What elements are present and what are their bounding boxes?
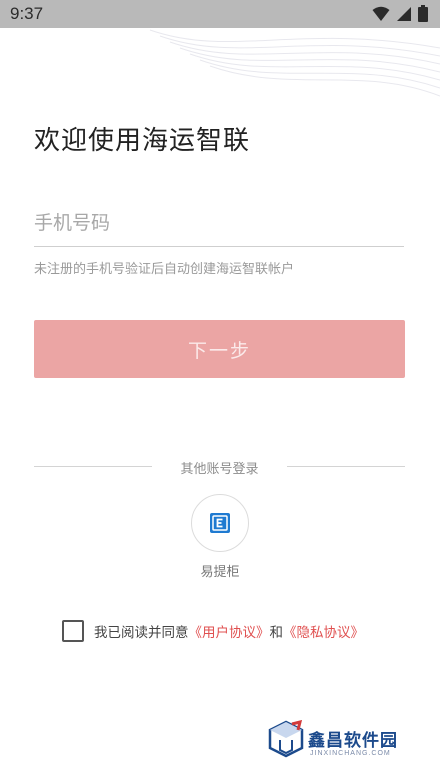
header-wave-decoration: [149, 29, 440, 97]
status-bar: 9:37: [0, 0, 440, 28]
e-locker-login-option[interactable]: 易提柜: [190, 494, 250, 580]
page-title: 欢迎使用海运智联: [34, 126, 251, 156]
phone-number-input[interactable]: [34, 200, 404, 247]
e-locker-icon: [210, 513, 230, 533]
user-agreement-link[interactable]: 《用户协议》: [189, 621, 270, 641]
watermark-domain: JINXINCHANG.COM: [310, 750, 391, 757]
privacy-policy-link[interactable]: 《隐私协议》: [283, 621, 364, 641]
other-login-divider: 其他账号登录: [34, 456, 405, 478]
battery-icon: [418, 5, 428, 22]
other-login-label: 其他账号登录: [180, 462, 259, 477]
status-time: 9:37: [10, 4, 44, 23]
agreement-checkbox[interactable]: [62, 620, 84, 642]
divider-line-right: [287, 466, 405, 467]
registration-hint: 未注册的手机号验证后自动创建海运智联帐户: [34, 262, 295, 277]
agreement-prefix: 我已阅读并同意: [94, 625, 189, 641]
cellular-signal-icon: [397, 6, 411, 21]
agreement-row: 我已阅读并同意 《用户协议》 和 《隐私协议》: [62, 620, 364, 642]
site-watermark: 鑫昌软件园 JINXINCHANG.COM: [266, 720, 426, 766]
next-step-button[interactable]: 下一步: [34, 320, 405, 378]
watermark-name: 鑫昌软件园: [308, 731, 398, 751]
e-locker-button[interactable]: [191, 494, 249, 552]
e-locker-label: 易提柜: [200, 565, 240, 580]
agreement-conjunction: 和: [269, 625, 284, 641]
wifi-icon: [372, 6, 390, 21]
watermark-logo-icon: [268, 720, 304, 758]
status-icons: [372, 5, 428, 22]
